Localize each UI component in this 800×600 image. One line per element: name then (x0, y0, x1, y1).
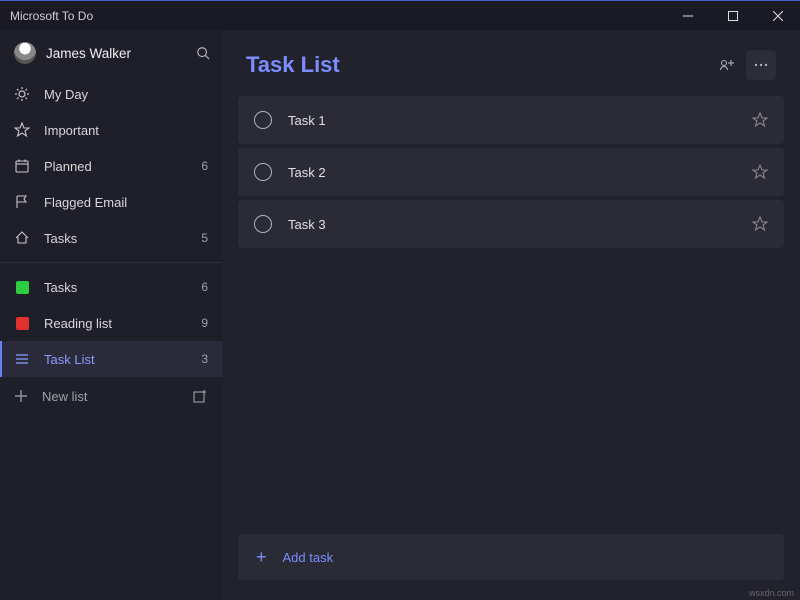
sidebar-item-task-list[interactable]: Task List 3 (0, 341, 222, 377)
task-row[interactable]: Task 1 (238, 96, 784, 144)
task-row[interactable]: Task 3 (238, 200, 784, 248)
window-controls (665, 1, 800, 31)
sidebar-item-label: Flagged Email (44, 195, 194, 210)
sidebar-item-planned[interactable]: Planned 6 (0, 148, 222, 184)
calendar-icon (14, 158, 30, 174)
star-icon[interactable] (752, 164, 768, 180)
watermark: wsxdn.com (749, 588, 794, 598)
complete-checkbox[interactable] (254, 215, 272, 233)
flag-icon (14, 194, 30, 210)
smart-lists: My Day Important Planned 6 (0, 76, 222, 256)
sidebar-item-tasks[interactable]: Tasks 5 (0, 220, 222, 256)
sidebar-item-label: Important (44, 123, 194, 138)
user-lists: Tasks 6 Reading list 9 Task List 3 (0, 269, 222, 377)
sidebar-item-label: My Day (44, 87, 194, 102)
sidebar-item-important[interactable]: Important (0, 112, 222, 148)
task-list: Task 1 Task 2 Task 3 (238, 96, 784, 248)
sidebar-item-label: Tasks (44, 280, 187, 295)
main-panel: Task List Task 1 Task 2 (222, 30, 800, 600)
titlebar: Microsoft To Do (0, 0, 800, 30)
sidebar-item-label: Planned (44, 159, 187, 174)
sidebar-item-label: Tasks (44, 231, 187, 246)
sidebar-item-reading-list[interactable]: Reading list 9 (0, 305, 222, 341)
sidebar: James Walker My Day Important (0, 30, 222, 600)
plus-icon: + (256, 548, 267, 566)
close-button[interactable] (755, 1, 800, 31)
share-button[interactable] (712, 50, 742, 80)
home-icon (14, 230, 30, 246)
add-task-row[interactable]: + Add task (238, 534, 784, 580)
task-title: Task 3 (288, 217, 736, 232)
task-row[interactable]: Task 2 (238, 148, 784, 196)
list-color-icon (14, 315, 30, 331)
new-list-row[interactable]: New list (0, 377, 222, 415)
sidebar-item-flagged-email[interactable]: Flagged Email (0, 184, 222, 220)
window-title: Microsoft To Do (10, 9, 665, 23)
star-icon (14, 122, 30, 138)
main-header: Task List (238, 30, 784, 96)
plus-icon (14, 389, 28, 403)
star-icon[interactable] (752, 112, 768, 128)
add-task-label: Add task (283, 550, 334, 565)
complete-checkbox[interactable] (254, 163, 272, 181)
more-button[interactable] (746, 50, 776, 80)
search-icon[interactable] (196, 46, 210, 60)
sidebar-item-label: Task List (44, 352, 187, 367)
list-title[interactable]: Task List (246, 52, 708, 78)
user-row[interactable]: James Walker (0, 30, 222, 76)
sidebar-item-user-tasks[interactable]: Tasks 6 (0, 269, 222, 305)
avatar (14, 42, 36, 64)
list-color-icon (14, 279, 30, 295)
new-list-label: New list (42, 389, 178, 404)
star-icon[interactable] (752, 216, 768, 232)
list-lines-icon (14, 351, 30, 367)
task-title: Task 2 (288, 165, 736, 180)
sun-icon (14, 86, 30, 102)
minimize-button[interactable] (665, 1, 710, 31)
user-name: James Walker (46, 46, 186, 61)
divider (0, 262, 222, 263)
sidebar-item-label: Reading list (44, 316, 187, 331)
task-title: Task 1 (288, 113, 736, 128)
complete-checkbox[interactable] (254, 111, 272, 129)
new-group-icon[interactable] (192, 388, 208, 404)
sidebar-item-my-day[interactable]: My Day (0, 76, 222, 112)
maximize-button[interactable] (710, 1, 755, 31)
